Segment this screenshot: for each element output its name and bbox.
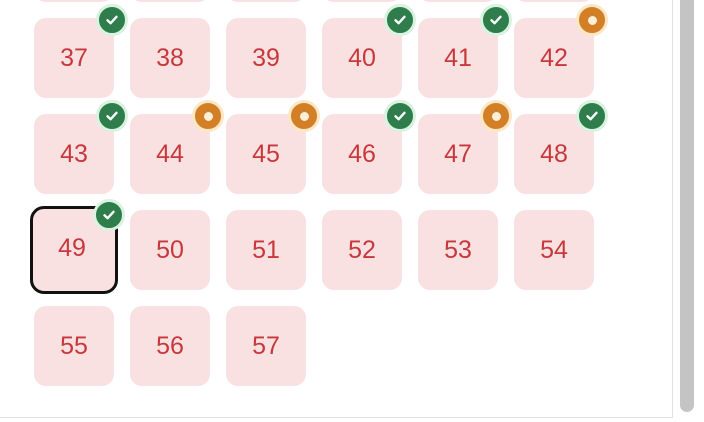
question-grid: 31 32 33 34 35 36 37 38 39 40 41 42 43 44 45 46 47 48 49 50…	[30, 0, 608, 386]
flag-dot-icon	[192, 100, 224, 132]
flag-dot-icon	[288, 100, 320, 132]
scrollbar[interactable]	[674, 0, 704, 422]
check-icon	[384, 100, 416, 132]
question-number: 48	[540, 139, 568, 168]
question-button[interactable]: 57	[226, 306, 306, 386]
scrollbar-thumb[interactable]	[680, 0, 694, 412]
question-number: 54	[540, 235, 568, 264]
question-button[interactable]: 51	[226, 210, 306, 290]
question-number: 38	[156, 43, 184, 72]
question-button[interactable]: 34	[322, 0, 402, 2]
check-icon	[93, 199, 125, 231]
question-button[interactable]: 41	[418, 4, 512, 98]
question-button[interactable]: 39	[226, 18, 306, 98]
question-button[interactable]: 40	[322, 4, 416, 98]
question-button[interactable]: 42	[514, 4, 608, 98]
flag-dot-icon	[480, 100, 512, 132]
question-number: 39	[252, 43, 280, 72]
question-navigator: 31 32 33 34 35 36 37 38 39 40 41 42 43 44 45 46 47 48 49 50…	[0, 0, 704, 422]
question-palette-panel: 31 32 33 34 35 36 37 38 39 40 41 42 43 44 45 46 47 48 49 50…	[0, 0, 673, 418]
check-icon	[384, 4, 416, 36]
question-number: 56	[156, 331, 184, 360]
question-button[interactable]: 47	[418, 100, 512, 194]
question-number: 37	[60, 43, 88, 72]
question-number: 52	[348, 235, 376, 264]
check-icon	[576, 100, 608, 132]
flag-dot-icon	[576, 4, 608, 36]
check-icon	[96, 100, 128, 132]
question-number: 49	[58, 233, 86, 262]
question-button-current[interactable]: 49	[30, 199, 125, 294]
question-number: 51	[252, 235, 280, 264]
question-button[interactable]: 45	[226, 100, 320, 194]
question-number: 53	[444, 235, 472, 264]
question-button[interactable]: 55	[34, 306, 114, 386]
question-button[interactable]: 50	[130, 210, 210, 290]
question-number: 42	[540, 43, 568, 72]
question-button[interactable]: 44	[130, 100, 224, 194]
question-button[interactable]: 38	[130, 18, 210, 98]
question-button[interactable]: 56	[130, 306, 210, 386]
question-button[interactable]: 48	[514, 100, 608, 194]
question-button[interactable]: 53	[418, 210, 498, 290]
question-button[interactable]: 46	[322, 100, 416, 194]
question-number: 57	[252, 331, 280, 360]
question-number: 45	[252, 139, 280, 168]
question-button[interactable]: 33	[226, 0, 306, 2]
question-button[interactable]: 35	[418, 0, 498, 2]
question-button[interactable]: 52	[322, 210, 402, 290]
question-number: 41	[444, 43, 472, 72]
question-number: 47	[444, 139, 472, 168]
question-button[interactable]: 32	[130, 0, 210, 2]
question-button[interactable]: 31	[34, 0, 114, 2]
question-number: 55	[60, 331, 88, 360]
question-button[interactable]: 54	[514, 210, 594, 290]
check-icon	[96, 4, 128, 36]
question-number: 40	[348, 43, 376, 72]
question-button[interactable]: 43	[34, 100, 128, 194]
question-button[interactable]: 37	[34, 4, 128, 98]
question-number: 44	[156, 139, 184, 168]
question-number: 43	[60, 139, 88, 168]
question-number: 50	[156, 235, 184, 264]
question-number: 46	[348, 139, 376, 168]
check-icon	[480, 4, 512, 36]
question-button[interactable]: 36	[514, 0, 594, 2]
